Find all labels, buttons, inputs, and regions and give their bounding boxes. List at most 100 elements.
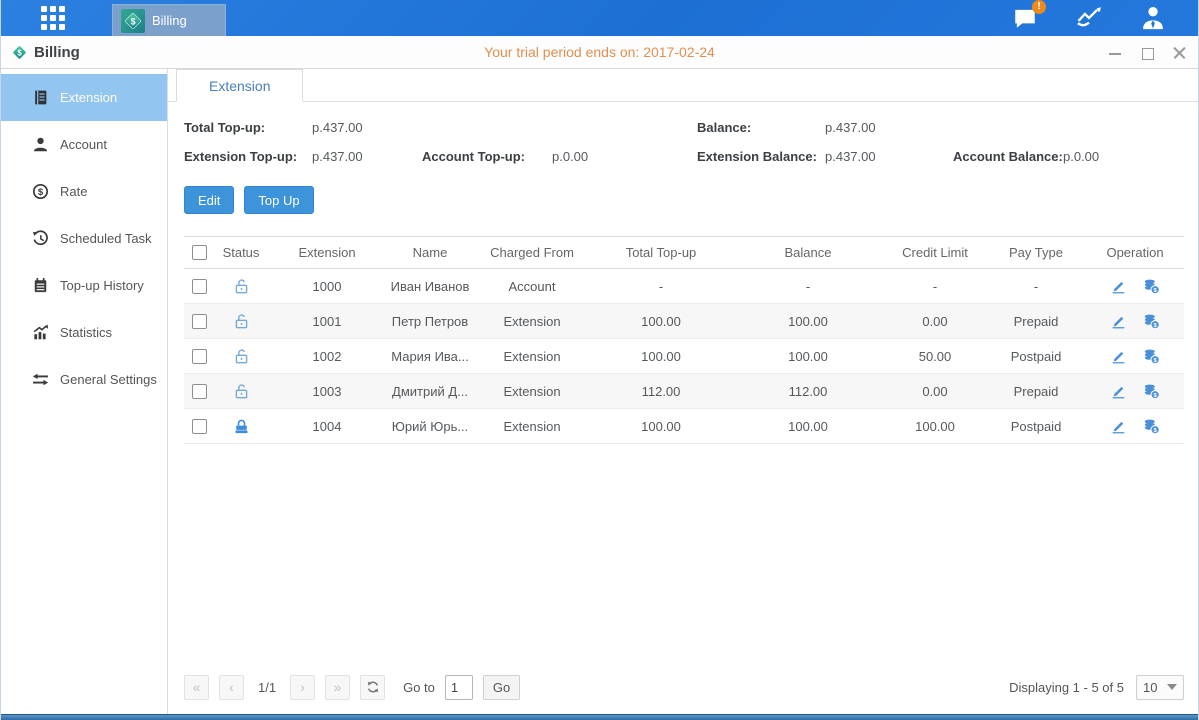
edit-row-icon[interactable]	[1110, 383, 1127, 400]
status-cell	[214, 383, 268, 400]
operation-cell: $	[1086, 313, 1184, 330]
billing-diamond-icon: $	[121, 9, 145, 33]
edit-button[interactable]: Edit	[184, 186, 234, 214]
tab-bar: Extension	[168, 69, 1198, 102]
edit-row-icon[interactable]	[1110, 418, 1127, 435]
sidebar-item-rate[interactable]: $ Rate	[1, 168, 167, 215]
column-header-operation: Operation	[1086, 245, 1184, 260]
trial-period-notice: Your trial period ends on: 2017-02-24	[1, 44, 1198, 60]
sidebar-item-scheduled-task[interactable]: Scheduled Task	[1, 215, 167, 262]
extension-topup-label: Extension Top-up:	[184, 149, 312, 164]
window-title-group: $ Billing	[11, 44, 80, 61]
table-row: 1003 Дмитрий Д... Extension 112.00 112.0…	[184, 374, 1184, 409]
balance-cell: 100.00	[732, 314, 884, 329]
extension-cell: 1002	[268, 349, 386, 364]
row-checkbox[interactable]	[192, 349, 207, 364]
balance-cell: -	[732, 279, 884, 294]
svg-text:$: $	[38, 187, 44, 198]
next-page-button[interactable]: ›	[290, 675, 315, 700]
pay-type-cell: Postpaid	[986, 349, 1086, 364]
close-icon[interactable]	[1172, 46, 1186, 60]
operation-cell: $	[1086, 383, 1184, 400]
balance-cell: 112.00	[732, 384, 884, 399]
extension-topup-value: p.437.00	[312, 149, 422, 164]
sidebar-item-general-settings[interactable]: General Settings	[1, 356, 167, 403]
sidebar-item-label: Extension	[60, 90, 117, 105]
topup-button[interactable]: Top Up	[244, 186, 313, 214]
column-header-name: Name	[386, 245, 474, 260]
pay-type-cell: Prepaid	[986, 314, 1086, 329]
total-topup-cell: 100.00	[590, 349, 732, 364]
topup-row-icon[interactable]: $	[1143, 383, 1160, 400]
row-checkbox[interactable]	[192, 279, 207, 294]
total-topup-cell: 100.00	[590, 419, 732, 434]
refresh-button[interactable]	[360, 675, 385, 700]
operation-cell: $	[1086, 348, 1184, 365]
name-cell: Юрий Юрь...	[386, 419, 474, 434]
sidebar-item-topup-history[interactable]: Top-up History	[1, 262, 167, 309]
sidebar-item-label: Rate	[60, 184, 87, 199]
goto-page-input[interactable]	[445, 675, 473, 700]
prev-page-button[interactable]: ‹	[219, 675, 244, 700]
goto-label: Go to	[403, 680, 435, 695]
row-checkbox[interactable]	[192, 419, 207, 434]
extension-balance-label: Extension Balance:	[697, 149, 825, 164]
charged-from-cell: Extension	[474, 349, 590, 364]
topup-row-icon[interactable]: $	[1143, 278, 1160, 295]
status-cell	[214, 418, 268, 435]
notifications-icon[interactable]: !	[1010, 3, 1040, 33]
table-row: 1002 Мария Ива... Extension 100.00 100.0…	[184, 339, 1184, 374]
billing-app-window: $ Billing !	[0, 0, 1199, 720]
unlocked-icon	[233, 348, 250, 365]
main-panel: Extension Total Top-up: p.437.00 Balance…	[168, 69, 1198, 714]
sidebar-item-extension[interactable]: Extension	[1, 74, 167, 121]
topbar-status-icons: !	[1010, 0, 1168, 36]
table-row: 1001 Петр Петров Extension 100.00 100.00…	[184, 304, 1184, 339]
svg-text:$: $	[17, 48, 22, 57]
select-all-checkbox[interactable]	[192, 245, 207, 260]
svg-text:$: $	[130, 16, 135, 26]
balance-cell: 100.00	[732, 419, 884, 434]
last-page-button[interactable]: »	[325, 675, 350, 700]
sidebar-item-statistics[interactable]: Statistics	[1, 309, 167, 356]
operation-cell: $	[1086, 418, 1184, 435]
maximize-icon[interactable]	[1140, 46, 1154, 60]
account-balance-value: p.0.00	[1063, 149, 1184, 164]
edit-row-icon[interactable]	[1110, 348, 1127, 365]
window-controls	[1108, 36, 1186, 69]
credit-limit-cell: 100.00	[884, 419, 986, 434]
extension-balance-value: p.437.00	[825, 149, 953, 164]
user-account-icon[interactable]	[1138, 3, 1168, 33]
resource-monitor-icon[interactable]	[1074, 3, 1104, 33]
edit-row-icon[interactable]	[1110, 278, 1127, 295]
first-page-button[interactable]: «	[184, 675, 209, 700]
status-cell	[214, 313, 268, 330]
taskbar-tab-billing[interactable]: $ Billing	[112, 4, 226, 36]
tab-extension[interactable]: Extension	[176, 69, 303, 102]
go-button[interactable]: Go	[483, 675, 520, 700]
sidebar-item-label: Statistics	[60, 325, 112, 340]
desktop-topbar: $ Billing !	[1, 0, 1198, 36]
chevron-down-icon	[1167, 684, 1177, 690]
page-indicator: 1/1	[258, 680, 276, 695]
row-checkbox[interactable]	[192, 314, 207, 329]
column-header-balance: Balance	[732, 245, 884, 260]
sidebar-item-label: Account	[60, 137, 107, 152]
edit-row-icon[interactable]	[1110, 313, 1127, 330]
topup-row-icon[interactable]: $	[1143, 313, 1160, 330]
name-cell: Дмитрий Д...	[386, 384, 474, 399]
topup-row-icon[interactable]: $	[1143, 348, 1160, 365]
content-area: Total Top-up: p.437.00 Balance: p.437.00…	[168, 102, 1198, 714]
app-launcher-icon[interactable]	[38, 3, 68, 33]
sidebar-item-account[interactable]: Account	[1, 121, 167, 168]
window-bottom-edge	[1, 714, 1198, 720]
charged-from-cell: Account	[474, 279, 590, 294]
row-checkbox[interactable]	[192, 384, 207, 399]
page-size-select[interactable]: 10	[1136, 675, 1184, 700]
minimize-icon[interactable]	[1108, 46, 1122, 60]
rate-icon: $	[32, 183, 49, 200]
topup-row-icon[interactable]: $	[1143, 418, 1160, 435]
total-topup-cell: 100.00	[590, 314, 732, 329]
locked-icon	[233, 418, 250, 435]
operation-cell: $	[1086, 278, 1184, 295]
